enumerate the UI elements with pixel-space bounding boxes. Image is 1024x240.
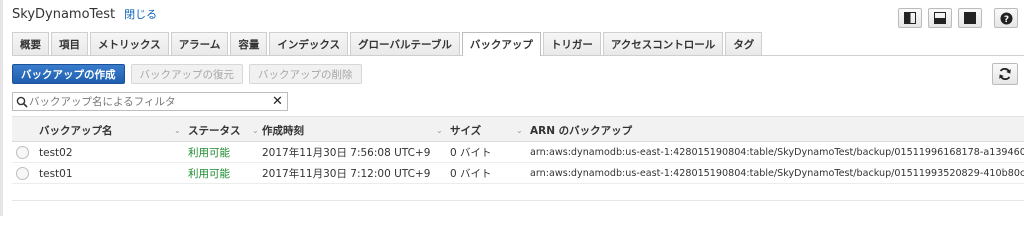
- table-row[interactable]: test01 利用可能 2017年11月30日 7:12:00 UTC+9 0 …: [12, 163, 1024, 184]
- sort-icon[interactable]: ⌄: [516, 117, 523, 143]
- tab-items[interactable]: 項目: [51, 32, 88, 55]
- tab-capacity[interactable]: 容量: [230, 32, 268, 55]
- created-time: 2017年11月30日 7:56:08 UTC+9: [262, 147, 431, 159]
- column-header-created[interactable]: 作成時刻: [262, 117, 304, 143]
- sort-icon[interactable]: ⌄: [252, 117, 259, 143]
- panel-bottom-button[interactable]: [928, 8, 952, 28]
- tab-global-tables[interactable]: グローバルテーブル: [350, 32, 460, 55]
- filter-box: [12, 92, 288, 111]
- table-title: SkyDynamoTest: [12, 7, 116, 22]
- tab-tags[interactable]: タグ: [725, 32, 763, 55]
- status-badge: 利用可能: [188, 168, 230, 180]
- clear-filter-icon[interactable]: ✕: [272, 93, 283, 110]
- help-button[interactable]: ?: [994, 8, 1018, 28]
- view-buttons: ?: [898, 8, 1018, 28]
- table-row[interactable]: test02 利用可能 2017年11月30日 7:56:08 UTC+9 0 …: [12, 142, 1024, 163]
- column-header-status[interactable]: ステータス: [188, 117, 241, 143]
- tab-alarms[interactable]: アラーム: [170, 32, 229, 55]
- panel-left-button[interactable]: [898, 8, 922, 28]
- table-header: バックアップ名 ⌄ ステータス ⌄ 作成時刻 ⌄ サイズ ⌄ ARN のバックア…: [12, 116, 1024, 142]
- create-backup-button[interactable]: バックアップの作成: [12, 64, 125, 84]
- divider: [12, 200, 1024, 201]
- help-icon: ?: [1000, 12, 1012, 25]
- delete-backup-button[interactable]: バックアップの削除: [249, 64, 362, 84]
- created-time: 2017年11月30日 7:12:00 UTC+9: [262, 168, 431, 180]
- action-bar: バックアップの作成 バックアップの復元 バックアップの削除: [12, 64, 362, 84]
- panel-full-icon: [964, 12, 976, 24]
- tab-triggers[interactable]: トリガー: [542, 32, 601, 55]
- sort-icon[interactable]: ⌄: [436, 117, 443, 143]
- tab-overview[interactable]: 概要: [12, 32, 49, 55]
- backup-size: 0 バイト: [450, 147, 492, 159]
- backup-name: test01: [39, 167, 73, 180]
- panel-left-icon: [904, 12, 916, 24]
- left-border: [0, 0, 3, 216]
- column-header-arn[interactable]: ARN のバックアップ: [530, 117, 632, 143]
- refresh-icon: [999, 67, 1011, 81]
- tab-backups[interactable]: バックアップ: [461, 32, 541, 56]
- tab-indexes[interactable]: インデックス: [269, 32, 349, 55]
- tab-metrics[interactable]: メトリックス: [90, 32, 169, 55]
- backup-arn: arn:aws:dynamodb:us-east-1:428015190804:…: [530, 168, 1024, 179]
- refresh-button[interactable]: [992, 63, 1018, 85]
- column-header-size[interactable]: サイズ: [450, 117, 481, 143]
- search-icon: [13, 96, 29, 108]
- backup-table: バックアップ名 ⌄ ステータス ⌄ 作成時刻 ⌄ サイズ ⌄ ARN のバックア…: [12, 116, 1024, 184]
- backup-size: 0 バイト: [450, 168, 492, 180]
- backup-filter-input[interactable]: [29, 93, 287, 110]
- panel-bottom-icon: [934, 12, 946, 24]
- panel-full-button[interactable]: [958, 8, 982, 28]
- sort-icon[interactable]: ⌄: [174, 117, 181, 143]
- tab-access-control[interactable]: アクセスコントロール: [602, 32, 724, 55]
- row-radio[interactable]: [16, 167, 29, 180]
- column-header-name[interactable]: バックアップ名: [39, 117, 113, 143]
- svg-text:?: ?: [1003, 15, 1008, 25]
- status-badge: 利用可能: [188, 147, 230, 159]
- tab-bar: 概要 項目 メトリックス アラーム 容量 インデックス グローバルテーブル バッ…: [12, 32, 1024, 56]
- row-radio[interactable]: [16, 146, 29, 159]
- title-row: SkyDynamoTest 閉じる: [12, 6, 157, 24]
- backup-arn: arn:aws:dynamodb:us-east-1:428015190804:…: [530, 147, 1024, 158]
- restore-backup-button[interactable]: バックアップの復元: [130, 64, 243, 84]
- close-link[interactable]: 閉じる: [124, 6, 157, 22]
- backup-name: test02: [39, 146, 73, 159]
